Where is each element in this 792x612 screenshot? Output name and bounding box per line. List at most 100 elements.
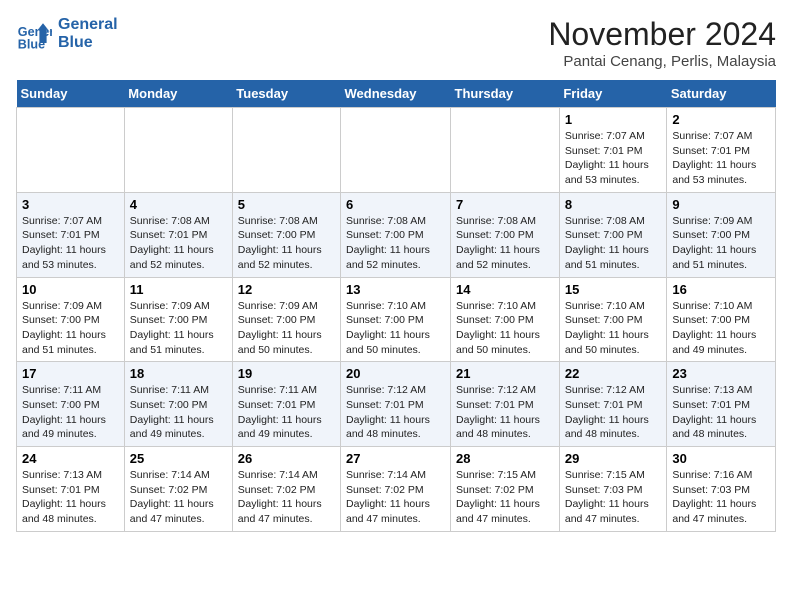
calendar-header-cell: Thursday [451,80,560,108]
day-info: Sunrise: 7:07 AM Sunset: 7:01 PM Dayligh… [565,129,662,188]
calendar-table: SundayMondayTuesdayWednesdayThursdayFrid… [16,80,776,532]
calendar-day-cell: 19 Sunrise: 7:11 AM Sunset: 7:01 PM Dayli… [232,362,340,447]
day-info: Sunrise: 7:11 AM Sunset: 7:00 PM Dayligh… [130,383,227,442]
day-number: 6 [346,197,445,212]
day-info: Sunrise: 7:14 AM Sunset: 7:02 PM Dayligh… [238,468,335,527]
day-number: 26 [238,451,335,466]
logo-text: GeneralBlue [58,16,118,51]
calendar-day-cell: 26 Sunrise: 7:14 AM Sunset: 7:02 PM Dayli… [232,447,340,532]
day-number: 30 [672,451,770,466]
location-title: Pantai Cenang, Perlis, Malaysia [548,53,776,70]
day-info: Sunrise: 7:15 AM Sunset: 7:02 PM Dayligh… [456,468,554,527]
day-info: Sunrise: 7:09 AM Sunset: 7:00 PM Dayligh… [22,299,119,358]
day-number: 7 [456,197,554,212]
day-number: 14 [456,282,554,297]
day-number: 4 [130,197,227,212]
calendar-day-cell: 10 Sunrise: 7:09 AM Sunset: 7:00 PM Dayli… [17,277,125,362]
day-info: Sunrise: 7:12 AM Sunset: 7:01 PM Dayligh… [346,383,445,442]
calendar-week-row: 10 Sunrise: 7:09 AM Sunset: 7:00 PM Dayli… [17,277,776,362]
day-info: Sunrise: 7:09 AM Sunset: 7:00 PM Dayligh… [672,214,770,273]
calendar-day-cell: 15 Sunrise: 7:10 AM Sunset: 7:00 PM Dayli… [559,277,667,362]
calendar-header-row: SundayMondayTuesdayWednesdayThursdayFrid… [17,80,776,108]
calendar-day-cell: 29Sunrise: 7:15 AM Sunset: 7:03 PM Dayli… [559,447,667,532]
calendar-day-cell: 18 Sunrise: 7:11 AM Sunset: 7:00 PM Dayli… [124,362,232,447]
day-info: Sunrise: 7:09 AM Sunset: 7:00 PM Dayligh… [238,299,335,358]
day-info: Sunrise: 7:07 AM Sunset: 7:01 PM Dayligh… [22,214,119,273]
day-number: 18 [130,366,227,381]
calendar-day-cell [232,108,340,193]
calendar-day-cell: 11Sunrise: 7:09 AM Sunset: 7:00 PM Dayli… [124,277,232,362]
calendar-day-cell: 22 Sunrise: 7:12 AM Sunset: 7:01 PM Dayli… [559,362,667,447]
calendar-week-row: 24 Sunrise: 7:13 AM Sunset: 7:01 PM Dayli… [17,447,776,532]
day-number: 12 [238,282,335,297]
day-info: Sunrise: 7:10 AM Sunset: 7:00 PM Dayligh… [565,299,662,358]
month-title: November 2024 [548,16,776,53]
calendar-header-cell: Tuesday [232,80,340,108]
day-info: Sunrise: 7:14 AM Sunset: 7:02 PM Dayligh… [130,468,227,527]
day-info: Sunrise: 7:11 AM Sunset: 7:01 PM Dayligh… [238,383,335,442]
day-info: Sunrise: 7:12 AM Sunset: 7:01 PM Dayligh… [565,383,662,442]
calendar-day-cell [124,108,232,193]
calendar-day-cell: 6 Sunrise: 7:08 AM Sunset: 7:00 PM Daylig… [341,192,451,277]
calendar-header-cell: Wednesday [341,80,451,108]
day-info: Sunrise: 7:08 AM Sunset: 7:00 PM Dayligh… [456,214,554,273]
calendar-day-cell: 30 Sunrise: 7:16 AM Sunset: 7:03 PM Dayli… [667,447,776,532]
calendar-day-cell [17,108,125,193]
page-header: General Blue GeneralBlue November 2024 P… [16,16,776,70]
calendar-day-cell: 2 Sunrise: 7:07 AM Sunset: 7:01 PM Daylig… [667,108,776,193]
calendar-header-cell: Sunday [17,80,125,108]
calendar-day-cell [451,108,560,193]
day-number: 27 [346,451,445,466]
day-number: 15 [565,282,662,297]
day-info: Sunrise: 7:08 AM Sunset: 7:00 PM Dayligh… [238,214,335,273]
day-number: 8 [565,197,662,212]
calendar-day-cell: 23 Sunrise: 7:13 AM Sunset: 7:01 PM Dayli… [667,362,776,447]
calendar-header-cell: Friday [559,80,667,108]
day-info: Sunrise: 7:08 AM Sunset: 7:00 PM Dayligh… [346,214,445,273]
calendar-day-cell: 7 Sunrise: 7:08 AM Sunset: 7:00 PM Daylig… [451,192,560,277]
calendar-day-cell: 1 Sunrise: 7:07 AM Sunset: 7:01 PM Daylig… [559,108,667,193]
day-number: 10 [22,282,119,297]
calendar-week-row: 3 Sunrise: 7:07 AM Sunset: 7:01 PM Daylig… [17,192,776,277]
day-info: Sunrise: 7:13 AM Sunset: 7:01 PM Dayligh… [22,468,119,527]
day-info: Sunrise: 7:13 AM Sunset: 7:01 PM Dayligh… [672,383,770,442]
day-number: 1 [565,112,662,127]
day-number: 28 [456,451,554,466]
day-number: 2 [672,112,770,127]
day-number: 3 [22,197,119,212]
day-info: Sunrise: 7:10 AM Sunset: 7:00 PM Dayligh… [672,299,770,358]
day-number: 21 [456,366,554,381]
calendar-day-cell: 12 Sunrise: 7:09 AM Sunset: 7:00 PM Dayli… [232,277,340,362]
day-info: Sunrise: 7:14 AM Sunset: 7:02 PM Dayligh… [346,468,445,527]
day-info: Sunrise: 7:16 AM Sunset: 7:03 PM Dayligh… [672,468,770,527]
calendar-day-cell: 9 Sunrise: 7:09 AM Sunset: 7:00 PM Daylig… [667,192,776,277]
day-number: 13 [346,282,445,297]
logo-icon: General Blue [16,16,52,52]
day-number: 19 [238,366,335,381]
day-number: 11 [130,282,227,297]
day-number: 17 [22,366,119,381]
calendar-day-cell [341,108,451,193]
day-number: 23 [672,366,770,381]
day-number: 20 [346,366,445,381]
calendar-day-cell: 17Sunrise: 7:11 AM Sunset: 7:00 PM Dayli… [17,362,125,447]
calendar-day-cell: 24 Sunrise: 7:13 AM Sunset: 7:01 PM Dayli… [17,447,125,532]
day-info: Sunrise: 7:08 AM Sunset: 7:00 PM Dayligh… [565,214,662,273]
calendar-week-row: 1 Sunrise: 7:07 AM Sunset: 7:01 PM Daylig… [17,108,776,193]
calendar-header-cell: Monday [124,80,232,108]
calendar-day-cell: 8 Sunrise: 7:08 AM Sunset: 7:00 PM Daylig… [559,192,667,277]
day-number: 5 [238,197,335,212]
day-info: Sunrise: 7:12 AM Sunset: 7:01 PM Dayligh… [456,383,554,442]
day-number: 9 [672,197,770,212]
day-number: 29 [565,451,662,466]
day-number: 24 [22,451,119,466]
calendar-day-cell: 28 Sunrise: 7:15 AM Sunset: 7:02 PM Dayli… [451,447,560,532]
calendar-day-cell: 20 Sunrise: 7:12 AM Sunset: 7:01 PM Dayli… [341,362,451,447]
calendar-day-cell: 21 Sunrise: 7:12 AM Sunset: 7:01 PM Dayli… [451,362,560,447]
logo: General Blue GeneralBlue [16,16,118,52]
title-block: November 2024 Pantai Cenang, Perlis, Mal… [548,16,776,70]
day-number: 22 [565,366,662,381]
day-info: Sunrise: 7:07 AM Sunset: 7:01 PM Dayligh… [672,129,770,188]
day-info: Sunrise: 7:08 AM Sunset: 7:01 PM Dayligh… [130,214,227,273]
calendar-day-cell: 13Sunrise: 7:10 AM Sunset: 7:00 PM Dayli… [341,277,451,362]
